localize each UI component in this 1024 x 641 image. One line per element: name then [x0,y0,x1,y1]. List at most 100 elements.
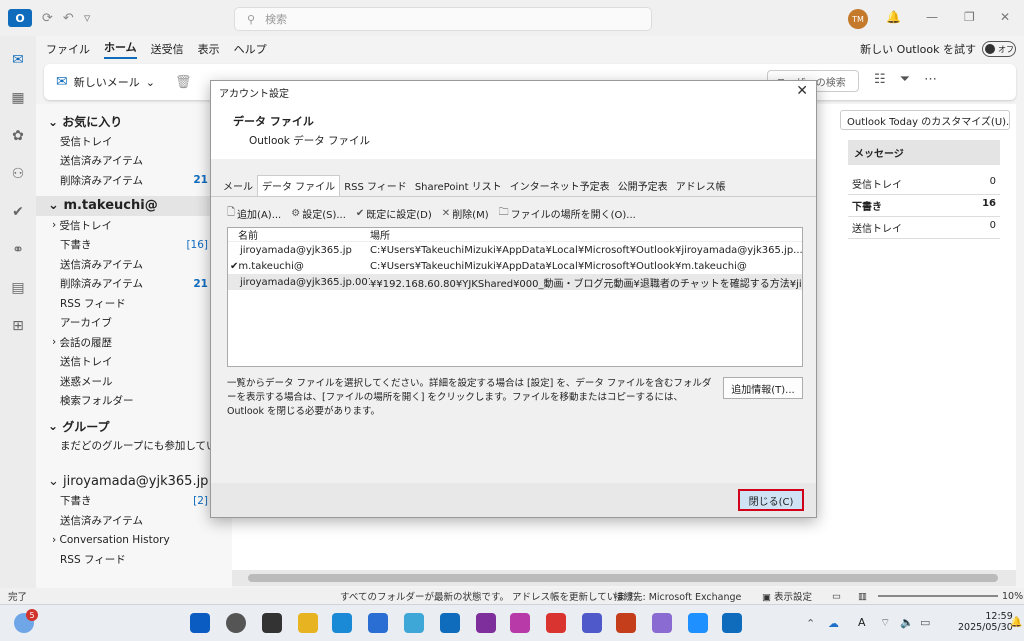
groups-header[interactable]: ⌄ グループ [36,417,232,437]
filter-icon[interactable]: ⏷ [900,72,924,87]
copilot-taskbar-icon[interactable] [510,613,530,633]
battery-icon[interactable]: ▭ [920,616,930,629]
folder-junk[interactable]: 迷惑メール [36,372,232,392]
folder-a2-conversation-history[interactable]: › Conversation History [36,530,232,550]
tab-rss[interactable]: RSS フィード [340,176,411,196]
more-info-button[interactable]: 追加情報(T)... [723,377,803,399]
menu-view[interactable]: 表示 [198,41,220,57]
delete-icon[interactable]: 🗑 [175,75,192,90]
people-icon[interactable]: ⚇ [6,162,30,186]
close-button[interactable]: 閉じる(C) [738,489,804,511]
normal-view-icon[interactable]: ▭ [832,591,841,602]
folder-deleted[interactable]: 削除済みアイテム 21 [36,274,232,294]
data-file-list[interactable]: 名前 場所 jiroyamada@yjk365.jp C:¥Users¥Take… [227,227,803,367]
qat-dropdown-icon[interactable]: ▿ [84,11,91,26]
view-settings-button[interactable]: ▣ 表示設定 [762,589,812,603]
horizontal-scrollbar[interactable] [232,570,1016,586]
remove-button[interactable]: ✕ 削除(M) [442,206,489,221]
folder-fav-sent[interactable]: 送信済みアイテム [36,151,232,171]
tray-chevron-icon[interactable]: ⌃ [806,617,815,630]
onedrive-icon[interactable]: ☁ [828,617,839,630]
volume-icon[interactable]: 🔈 [900,616,914,629]
folder-inbox[interactable]: › 受信トレイ [36,216,232,236]
set-default-button[interactable]: ✔ 既定に設定(D) [356,206,432,221]
minimize-icon[interactable]: — [926,10,938,24]
onenote-icon[interactable] [476,613,496,633]
zoom-slider[interactable] [878,595,998,597]
folder-a2-sent[interactable]: 送信済みアイテム [36,511,232,531]
menu-file[interactable]: ファイル [46,41,90,57]
folder-fav-deleted[interactable]: 削除済みアイテム 21 [36,171,232,191]
column-name[interactable]: 名前 [228,227,370,242]
message-row[interactable]: 送信トレイ 0 [848,217,1000,239]
snipping-icon[interactable] [652,613,672,633]
menu-send-receive[interactable]: 送受信 [151,41,184,57]
tab-published-calendars[interactable]: 公開予定表 [614,176,672,196]
list-item[interactable]: jiroyamada@yjk365.jp C:¥Users¥TakeuchiMi… [228,242,802,258]
edge-icon[interactable] [332,613,352,633]
copilot-icon[interactable]: ✿ [6,124,30,148]
more-icon[interactable]: ⋯ [924,72,951,87]
outlook-taskbar-icon[interactable] [440,613,460,633]
menu-home[interactable]: ホーム [104,39,137,59]
calendar-icon[interactable]: ▦ [6,86,30,110]
folder-archive[interactable]: アーカイブ [36,313,232,333]
account-header-jiroyamada[interactable]: ⌄ jiroyamada@yjk365.jp [36,472,232,492]
column-location[interactable]: 場所 [370,227,802,242]
slack-icon[interactable] [546,613,566,633]
org-icon[interactable]: ⚭ [6,238,30,262]
restore-icon[interactable]: ❐ [964,10,975,24]
search-box[interactable]: ⚲ 検索 [234,7,652,31]
address-book-icon[interactable]: ☷ [874,72,900,87]
tab-internet-calendars[interactable]: インターネット予定表 [506,176,614,196]
folder-search[interactable]: 検索フォルダー [36,391,232,411]
store-icon[interactable] [368,613,388,633]
new-mail-button[interactable]: ✉ 新しいメール ⌄ [56,74,155,90]
tab-sharepoint[interactable]: SharePoint リスト [411,176,506,196]
notification-bell-icon[interactable]: 🔔 [1010,617,1022,628]
message-row[interactable]: 下書き 16 [848,195,1000,217]
folder-drafts[interactable]: 下書き [16] [36,235,232,255]
powerpoint-icon[interactable] [616,613,636,633]
list-item[interactable]: jiroyamada@yjk365.jp.001 ¥¥192.168.60.80… [228,274,802,290]
scroll-thumb[interactable] [248,574,998,582]
open-file-location-button[interactable]: 🗀 ファイルの場所を開く(O)... [499,205,636,222]
bell-icon[interactable]: 🔔 [886,10,901,24]
sync-icon[interactable]: ⟳ [42,11,53,26]
undo-icon[interactable]: ↶ [63,11,74,26]
favorites-header[interactable]: ⌄ お気に入り [36,112,232,132]
add-button[interactable]: 🗋 追加(A)... [227,205,281,222]
reading-view-icon[interactable]: ▥ [858,591,867,602]
folder-a2-drafts[interactable]: 下書き [2] [36,491,232,511]
tab-address-books[interactable]: アドレス帳 [672,176,730,196]
folder-rss[interactable]: RSS フィード [36,294,232,314]
mail-icon[interactable]: ✉ [6,48,30,72]
close-window-icon[interactable]: ✕ [1000,10,1010,24]
start-icon[interactable] [190,613,210,633]
customize-outlook-today-link[interactable]: Outlook Today のカスタマイズ(U)... [840,110,1010,130]
folder-outbox[interactable]: 送信トレイ [36,352,232,372]
task-view-icon[interactable] [262,613,282,633]
taskbar-search-icon[interactable] [226,613,246,633]
menu-help[interactable]: ヘルプ [234,41,267,57]
message-row[interactable]: 受信トレイ 0 [848,173,1000,195]
folder-sent[interactable]: 送信済みアイテム [36,255,232,275]
clipboard-icon[interactable]: ▤ [6,276,30,300]
wifi-icon[interactable]: ⌔ [880,616,890,630]
folder-fav-inbox[interactable]: 受信トレイ [36,132,232,152]
close-icon[interactable]: ✕ [796,83,808,99]
file-explorer-icon[interactable] [298,613,318,633]
tab-data-files[interactable]: データ ファイル [257,175,341,196]
toggle-switch[interactable]: オフ [982,41,1016,57]
new-outlook-toggle[interactable]: 新しい Outlook を試す オフ [860,41,1016,57]
teams-icon[interactable] [582,613,602,633]
folder-conversation-history[interactable]: › 会話の履歴 [36,333,232,353]
settings-button[interactable]: ⚙ 設定(S)... [291,206,346,221]
tab-mail[interactable]: メール [219,176,257,196]
clock[interactable]: 12:59 2025/05/30 [958,611,1013,633]
list-item[interactable]: ✔m.takeuchi@ C:¥Users¥TakeuchiMizuki¥App… [228,258,802,274]
ime-icon[interactable]: A [858,616,866,629]
account-header-takeuchi[interactable]: ⌄ m.takeuchi@ [36,196,232,216]
apps-icon[interactable]: ⊞ [6,314,30,338]
outlook-active-icon[interactable] [722,613,742,633]
